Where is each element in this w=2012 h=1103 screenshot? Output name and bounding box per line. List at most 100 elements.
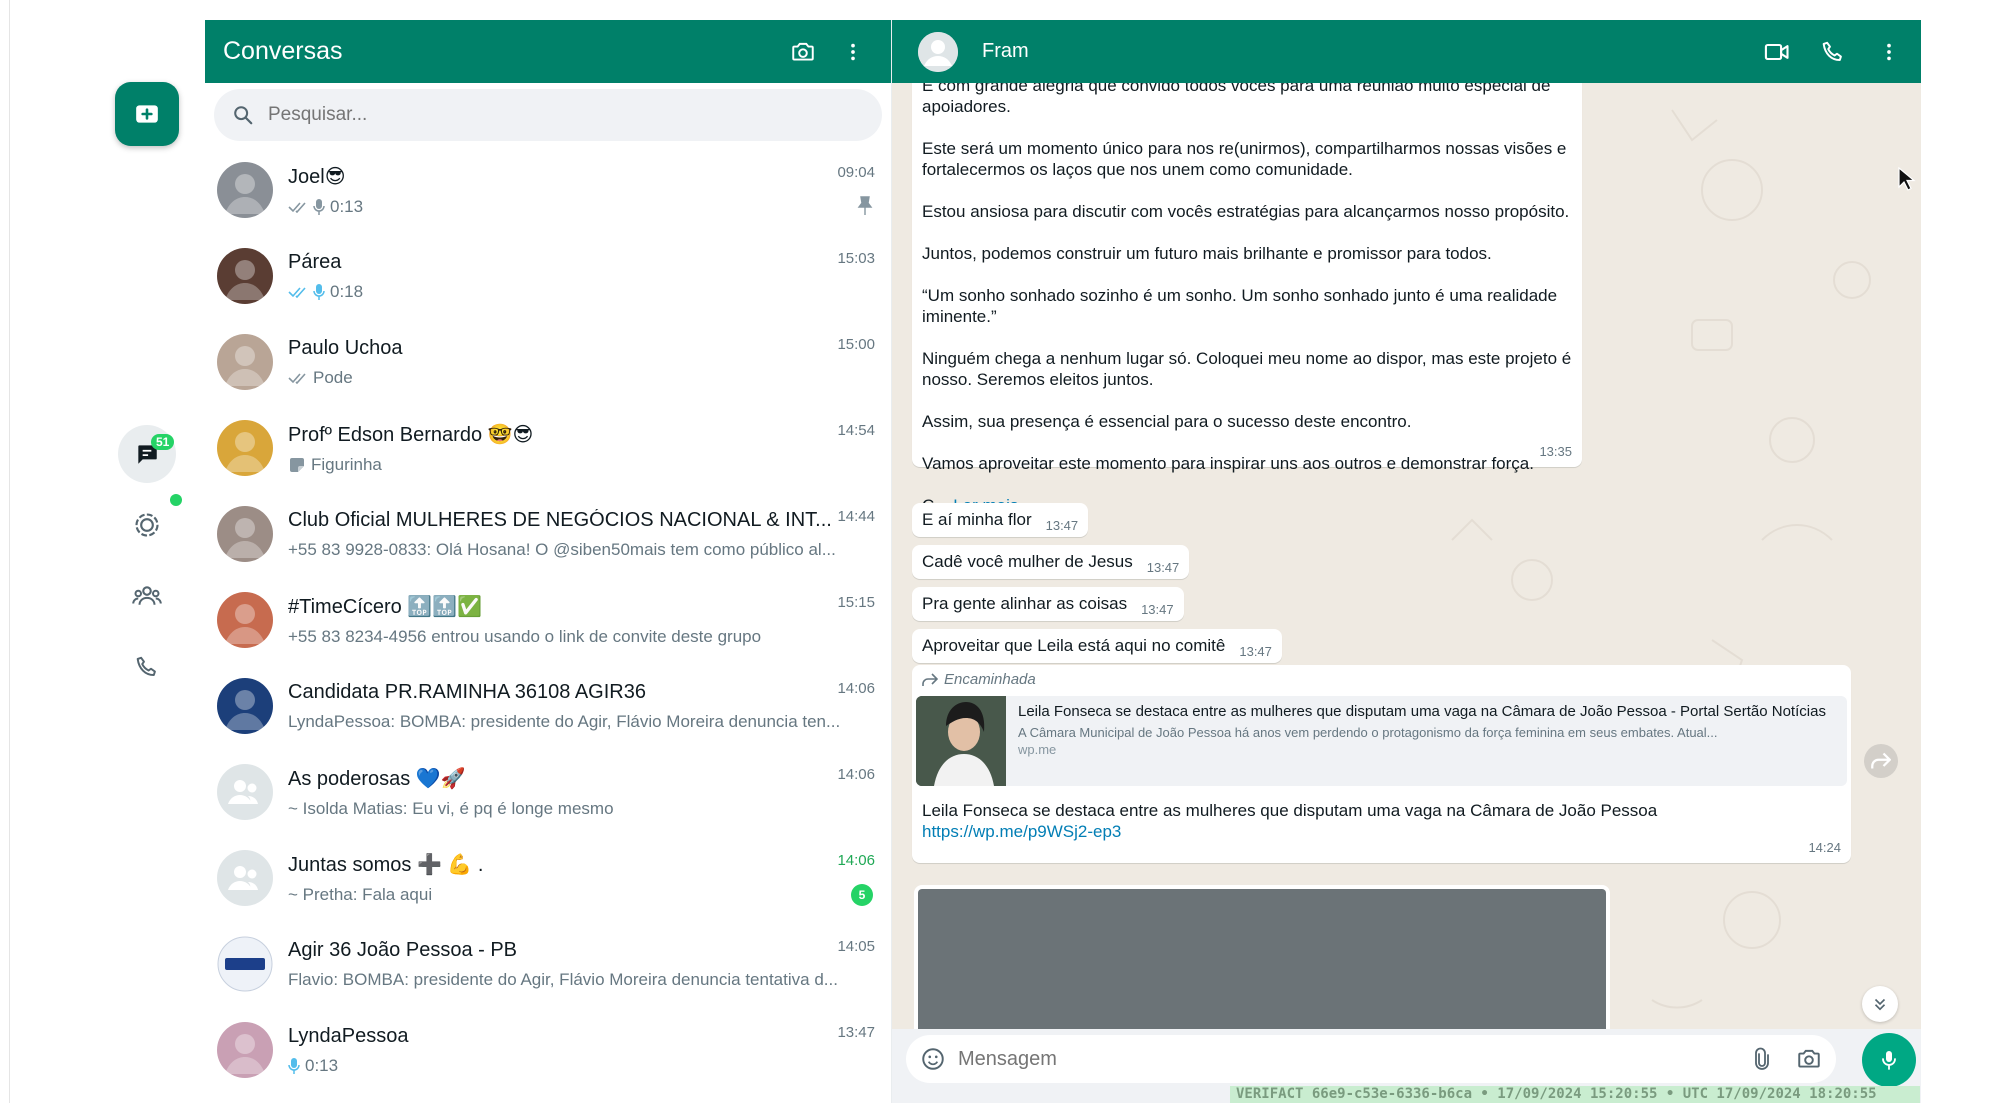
message-time: 13:47 <box>1045 517 1079 533</box>
voice-record-button[interactable] <box>1862 1033 1916 1087</box>
double-check-icon <box>288 201 306 213</box>
search-box[interactable] <box>214 89 882 141</box>
link-preview-title: Leila Fonseca se destaca entre as mulher… <box>1018 703 1826 720</box>
forwarded-label: Encaminhada <box>916 671 1847 688</box>
chat-preview-text: ~ Isolda Matias: Eu vi, é pq é longe mes… <box>288 798 614 818</box>
chat-name: Párea <box>288 250 342 273</box>
camera-icon[interactable] <box>1796 1046 1822 1072</box>
video-call-button[interactable] <box>1757 32 1797 72</box>
group-avatar-icon <box>217 850 273 906</box>
message-time: 13:35 <box>1539 444 1572 459</box>
link-preview-card[interactable]: Leila Fonseca se destaca entre as mulher… <box>916 696 1847 786</box>
list-menu-button[interactable] <box>833 32 873 72</box>
chat-list-item[interactable]: Club Oficial MULHERES DE NEGÓCIOS NACION… <box>205 491 891 577</box>
chat-name: Candidata PR.RAMINHA 36108 AGIR36 <box>288 680 646 703</box>
contact-photo-image <box>217 678 273 734</box>
chat-list-item[interactable]: Joel😎 0:13 09:04 <box>205 147 891 233</box>
contact-avatar[interactable] <box>918 31 958 72</box>
chat-avatar <box>217 850 273 906</box>
chat-preview-text: Flavio: BOMBA: presidente do Agir, Flávi… <box>288 969 838 989</box>
chat-body: Profº Edson Bernardo 🤓😎 Figurinha <box>288 422 875 475</box>
chat-preview: ~ Isolda Matias: Eu vi, é pq é longe mes… <box>288 799 863 819</box>
chat-preview: ~ Pretha: Fala aqui <box>288 885 863 905</box>
link-preview-domain: wp.me <box>1018 742 1057 757</box>
forward-message-button[interactable] <box>1864 744 1898 778</box>
long-message-body: E com grande alegria que convido todos v… <box>922 75 1572 474</box>
chat-list-item[interactable]: Profº Edson Bernardo 🤓😎 Figurinha 14:54 <box>205 405 891 491</box>
chat-list-item[interactable]: As poderosas 💙🚀 ~ Isolda Matias: Eu vi, … <box>205 749 891 835</box>
message-text: E aí minha flor <box>922 510 1032 529</box>
chat-list-item[interactable]: Paulo Uchoa Pode 15:00 <box>205 319 891 405</box>
conversation-menu-button[interactable] <box>1869 32 1909 72</box>
chat-list-item[interactable]: Agir 36 João Pessoa - PB Flavio: BOMBA: … <box>205 921 891 1007</box>
status-new-dot <box>170 494 182 506</box>
voice-call-button[interactable] <box>1813 32 1853 72</box>
new-chat-button[interactable] <box>115 82 179 146</box>
chat-name: Agir 36 João Pessoa - PB <box>288 938 518 961</box>
rail-chats-button[interactable]: 51 <box>118 425 176 483</box>
chat-preview: +55 83 8234-4956 entrou usando o link de… <box>288 627 863 647</box>
chat-time: 15:15 <box>837 594 875 611</box>
message-bubble[interactable]: Aproveitar que Leila está aqui no comitê… <box>912 629 1282 663</box>
double-chevron-down-icon <box>1874 998 1886 1011</box>
message-bubble[interactable]: Cadê você mulher de Jesus 13:47 <box>912 545 1190 579</box>
scroll-to-bottom-button[interactable] <box>1862 986 1898 1022</box>
message-bubble[interactable]: Pra gente alinhar as coisas 13:47 <box>912 587 1184 621</box>
window-edge <box>0 0 10 1103</box>
group-avatar-icon <box>217 764 273 820</box>
message-bubble-long[interactable]: E com grande alegria que convido todos v… <box>912 63 1582 515</box>
emoji-icon[interactable] <box>920 1046 946 1072</box>
chat-time: 14:06 <box>837 680 875 697</box>
chat-body: Paulo Uchoa Pode <box>288 337 875 388</box>
mouse-cursor-icon <box>1898 166 1916 191</box>
forwarded-url-link[interactable]: https://wp.me/p9WSj2-ep3 <box>922 821 1841 842</box>
chat-name: Joel😎 <box>288 165 346 188</box>
chat-list-item[interactable]: Juntas somos ➕ 💪 . ~ Pretha: Fala aqui 1… <box>205 835 891 921</box>
chat-list-item[interactable]: Candidata PR.RAMINHA 36108 AGIR36 LyndaP… <box>205 663 891 749</box>
chat-preview-text: ~ Pretha: Fala aqui <box>288 884 433 904</box>
verifact-watermark: VERIFACT 66e9-c53e-6336-b6ca • 17/09/202… <box>1230 1086 1920 1103</box>
rail-status-button[interactable] <box>118 496 176 554</box>
chat-preview-text: Figurinha <box>311 454 382 474</box>
chat-preview: Figurinha <box>288 455 863 475</box>
pin-icon <box>857 196 873 215</box>
chat-list-panel: Conversas Joel😎 0:13 09:04 Párea 0:18 15… <box>205 20 892 1103</box>
chat-name: #TimeCícero 🔝🔝✅ <box>288 595 482 618</box>
rail-calls-button[interactable] <box>118 638 176 696</box>
default-avatar-icon <box>918 31 958 72</box>
chat-preview-text: +55 83 9928-0833: Olá Hosana! O @siben50… <box>288 539 836 559</box>
camera-button[interactable] <box>783 32 823 72</box>
message-composer: VERIFACT 66e9-c53e-6336-b6ca • 17/09/202… <box>892 1029 1921 1103</box>
chat-name: LyndaPessoa <box>288 1024 409 1047</box>
attach-paperclip-icon[interactable] <box>1750 1046 1774 1072</box>
message-input[interactable] <box>958 1047 1750 1071</box>
chat-preview: Pode <box>288 368 863 388</box>
chat-time: 14:54 <box>837 422 875 439</box>
chat-preview-text: +55 83 8234-4956 entrou usando o link de… <box>288 626 762 646</box>
chat-avatar <box>217 248 273 304</box>
message-input-box[interactable] <box>906 1035 1836 1083</box>
contact-name[interactable]: Fram <box>982 40 1741 63</box>
message-bubble[interactable]: E aí minha flor 13:47 <box>912 503 1089 537</box>
chat-avatar <box>217 936 273 992</box>
rail-communities-button[interactable] <box>118 567 176 625</box>
contact-photo-image <box>217 1022 273 1078</box>
chat-list-item[interactable]: Párea 0:18 15:03 <box>205 233 891 319</box>
chat-name: Club Oficial MULHERES DE NEGÓCIOS NACION… <box>288 508 832 531</box>
conversation-header: Fram <box>892 20 1921 83</box>
search-input[interactable] <box>268 104 768 126</box>
portrait-thumbnail-image <box>916 696 1006 786</box>
double-check-icon <box>288 372 306 384</box>
forwarded-body: Leila Fonseca se destaca entre as mulher… <box>922 801 1658 820</box>
link-preview-thumbnail <box>916 696 1006 786</box>
link-preview-description: A Câmara Municipal de João Pessoa há ano… <box>1018 725 1718 740</box>
chat-body: Párea 0:18 <box>288 251 875 302</box>
chat-name: As poderosas 💙🚀 <box>288 767 466 790</box>
forwarded-message[interactable]: Encaminhada Leila Fonseca se destaca ent… <box>912 665 1851 863</box>
chat-list-item[interactable]: #TimeCícero 🔝🔝✅ +55 83 8234-4956 entrou … <box>205 577 891 663</box>
chat-meta: 5 <box>851 884 873 906</box>
chat-list-item[interactable]: LyndaPessoa 0:13 13:47 <box>205 1007 891 1093</box>
chat-body: Candidata PR.RAMINHA 36108 AGIR36 LyndaP… <box>288 681 875 732</box>
camera-icon <box>792 42 814 61</box>
chat-name: Juntas somos ➕ 💪 . <box>288 853 484 876</box>
